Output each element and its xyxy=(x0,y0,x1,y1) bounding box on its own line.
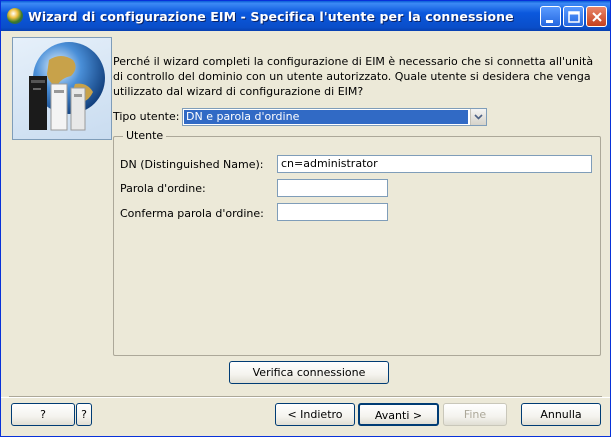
wizard-window: Wizard di configurazione EIM - Specifica… xyxy=(0,0,611,437)
maximize-button[interactable] xyxy=(563,6,584,27)
password-label: Parola d'ordine: xyxy=(120,182,206,195)
minimize-icon xyxy=(546,20,553,23)
dn-label: DN (Distinguished Name): xyxy=(120,158,264,171)
verify-connection-button[interactable]: Verifica connessione xyxy=(229,361,389,384)
user-group-box: Utente DN (Distinguished Name): cn=admin… xyxy=(113,129,601,356)
dropdown-button[interactable] xyxy=(470,109,486,125)
window-title: Wizard di configurazione EIM - Specifica… xyxy=(28,9,514,24)
maximize-icon xyxy=(568,11,580,23)
close-button[interactable] xyxy=(586,6,607,27)
user-type-label: Tipo utente: xyxy=(113,110,180,123)
cancel-button[interactable]: Annulla xyxy=(521,403,601,426)
help-button[interactable]: ? xyxy=(11,403,75,426)
title-bar[interactable]: Wizard di configurazione EIM - Specifica… xyxy=(1,1,610,31)
user-type-selected-value: DN e parola d'ordine xyxy=(184,110,468,124)
finish-button: Fine xyxy=(443,403,507,426)
confirm-password-field[interactable] xyxy=(277,203,388,221)
minimize-button[interactable] xyxy=(540,6,561,27)
user-group-legend: Utente xyxy=(123,129,167,142)
next-button[interactable]: Avanti > xyxy=(358,403,439,426)
wizard-body: Perché il wizard completi la configurazi… xyxy=(9,32,602,397)
password-field[interactable] xyxy=(277,179,388,197)
dn-field[interactable]: cn=administrator xyxy=(277,155,592,173)
server-globe-illustration xyxy=(12,37,112,140)
confirm-password-label: Conferma parola d'ordine: xyxy=(120,207,264,220)
user-type-select[interactable]: DN e parola d'ordine xyxy=(182,108,487,126)
intro-text: Perché il wizard completi la configurazi… xyxy=(113,55,594,98)
close-icon xyxy=(592,12,602,22)
back-button[interactable]: < Indietro xyxy=(275,403,355,426)
separator xyxy=(1,397,610,398)
chevron-down-icon xyxy=(474,114,483,120)
whats-this-button[interactable]: ? xyxy=(76,403,92,426)
eim-app-icon xyxy=(7,8,23,24)
